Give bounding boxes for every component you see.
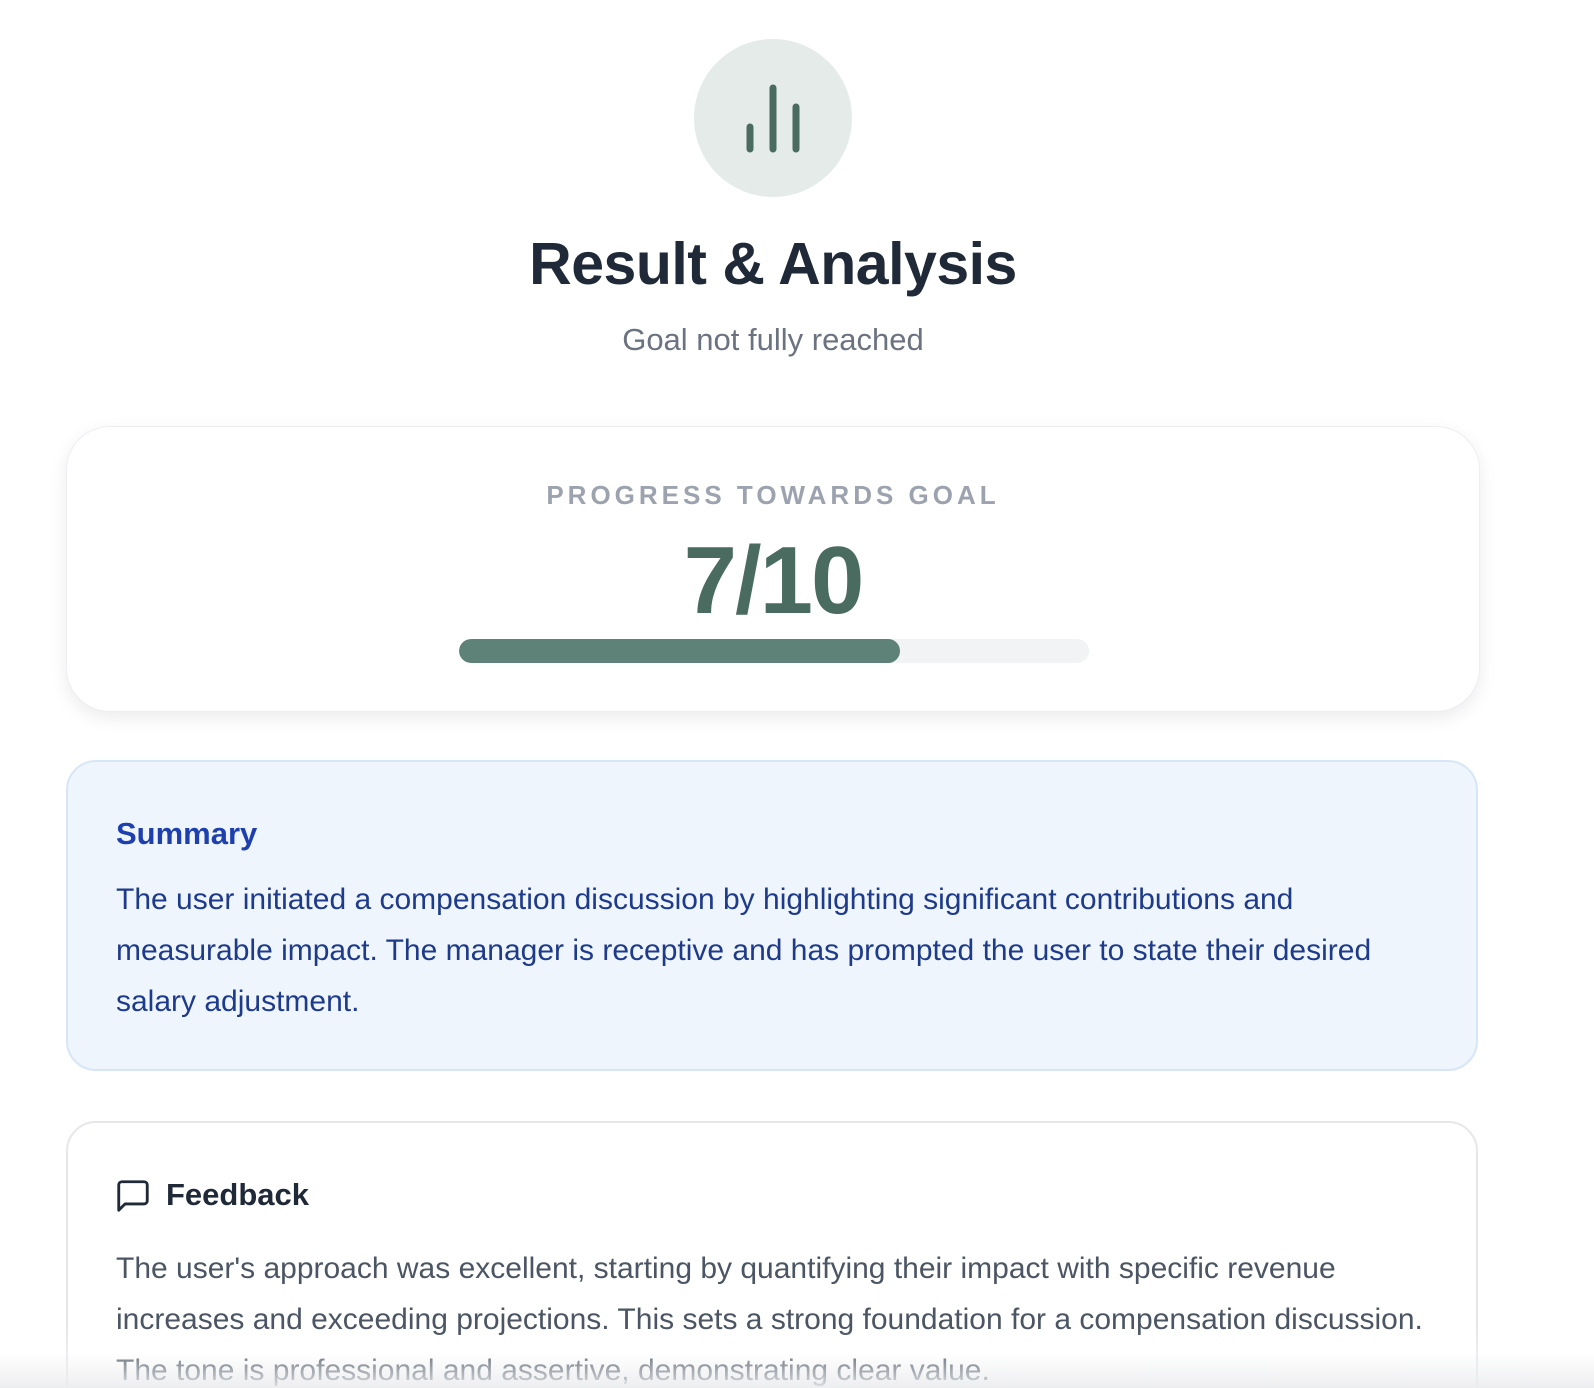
page-subtitle: Goal not fully reached: [622, 322, 924, 357]
progress-bar: [459, 639, 1089, 663]
result-analysis-page: Result & Analysis Goal not fully reached…: [0, 0, 1594, 1388]
progress-bar-fill: [459, 639, 900, 663]
bar-chart-icon: [694, 39, 852, 197]
feedback-title: Feedback: [166, 1177, 310, 1212]
progress-score: 7/10: [683, 527, 865, 634]
summary-title: Summary: [116, 816, 258, 851]
feedback-card: Feedback The user's approach was excelle…: [66, 1121, 1478, 1388]
message-square-icon: [114, 1177, 152, 1220]
progress-card: PROGRESS TOWARDS GOAL 7/10: [66, 426, 1480, 712]
summary-text: The user initiated a compensation discus…: [116, 883, 1372, 1018]
page-title: Result & Analysis: [529, 231, 1017, 297]
feedback-text: The user's approach was excellent, start…: [116, 1252, 1423, 1387]
summary-card: Summary The user initiated a compensatio…: [66, 760, 1478, 1071]
progress-label: PROGRESS TOWARDS GOAL: [546, 480, 1000, 510]
